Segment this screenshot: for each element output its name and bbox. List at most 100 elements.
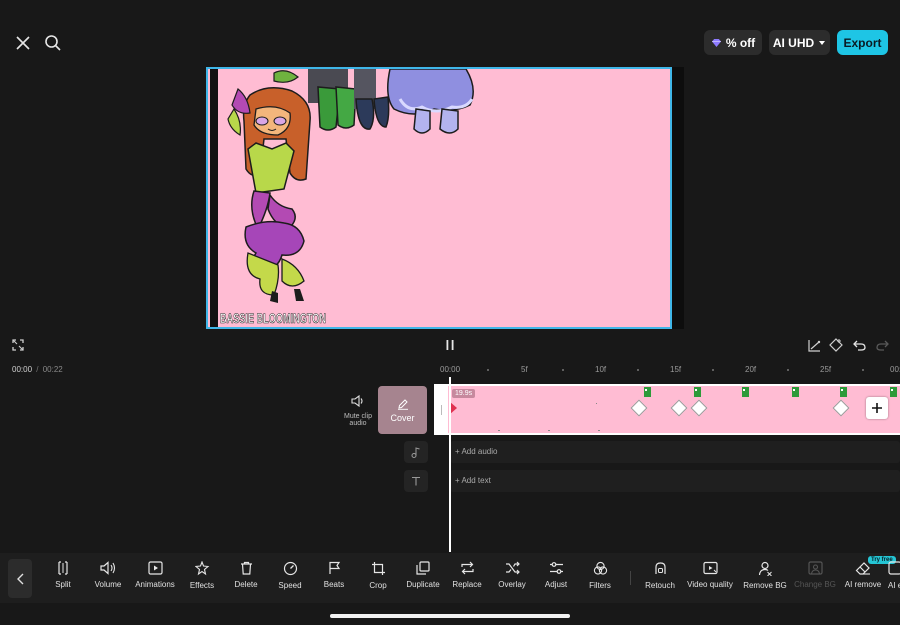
current-time: 00:00 [12,365,33,374]
effects-icon [194,561,209,576]
ruler-label: 15f [670,365,682,374]
undo-button[interactable] [851,337,867,353]
total-time: 00:22 [42,365,63,374]
audio-track[interactable] [450,441,900,463]
speaker-icon [351,395,363,407]
tool-label: Overlay [498,580,526,589]
preview-watermark: BASSIE BLOOMINGTON [220,310,326,326]
mute-clip-button[interactable] [346,392,370,410]
toolbar-back-button[interactable] [8,559,32,598]
ruler-label: 00:0 [890,365,900,374]
tool-label: Effects [189,581,215,590]
quality-dropdown[interactable]: AI UHD [769,30,830,55]
keyframe-button[interactable] [827,337,845,353]
redo-icon [875,340,889,351]
flag-icon [328,561,340,574]
retouch-icon [654,562,666,574]
add-audio-button[interactable]: + Add audio [455,447,497,456]
ruler-label: 20f [745,365,757,374]
tool-label: Animations [135,580,175,589]
ruler-dot [487,369,489,371]
tool-label: Split [55,580,71,589]
redo-button[interactable] [874,337,890,353]
caret-down-icon [819,40,826,45]
tool-label: Speed [278,581,302,590]
video-quality-icon [702,561,718,575]
diamond-icon [711,38,721,47]
fullscreen-button[interactable] [9,337,27,353]
graph-icon [807,339,820,352]
play-pause-button[interactable] [441,337,459,353]
add-text-label: Add text [461,476,491,485]
ruler-dot [637,369,639,371]
tool-filters[interactable]: Filters [570,561,630,590]
ruler-dot [562,369,564,371]
playhead[interactable] [449,377,451,552]
remove-bg-icon [758,561,772,576]
keyframe-graph-button[interactable] [806,337,822,353]
pause-icon [446,340,454,350]
tool-label: Adjust [544,580,568,589]
clip-handle-left[interactable] [434,384,448,435]
export-button[interactable]: Export [837,30,888,55]
chevron-left-icon [16,573,23,584]
add-text-button[interactable]: + Add text [455,476,491,485]
cover-button[interactable]: Cover [378,386,427,434]
tool-label: Beats [323,580,345,589]
ruler-label: 00:00 [440,365,461,374]
add-clip-button[interactable] [866,397,888,419]
volume-icon [100,561,116,575]
ruler-dot [787,369,789,371]
playback-time: 00:00 / 00:22 [12,365,63,374]
undo-icon [852,340,866,351]
tool-label: Retouch [645,581,675,590]
close-icon [16,36,30,50]
ruler-label: 25f [820,365,832,374]
tool-ai-edit-partial[interactable]: AI e [888,561,900,591]
duplicate-icon [416,561,430,575]
overlay-icon [505,561,520,575]
time-separator: / [36,365,39,374]
tool-label: Remove BG [743,581,787,590]
ruler-dot [862,369,864,371]
tool-label: Change BG [794,580,836,589]
filters-icon [593,561,607,575]
sliders-icon [549,562,563,574]
cover-label: Cover [390,412,415,423]
tool-label: Replace [452,580,482,589]
tool-video-quality[interactable]: Video quality [680,561,740,589]
ruler-label: 10f [595,365,607,374]
ai-edit-icon [888,561,900,575]
mute-clip-label: Mute clip audio [343,413,372,427]
home-indicator [330,614,570,618]
promo-label: % off [725,35,756,50]
tool-label: Crop [369,581,387,590]
audio-track-button[interactable] [404,441,428,463]
keyframe-add-icon [829,338,843,352]
tool-label: AI e [888,581,900,590]
replace-icon [460,561,474,575]
text-icon [412,476,420,486]
video-preview[interactable]: BASSIE BLOOMINGTON [206,67,672,329]
search-button[interactable] [42,32,64,54]
split-icon [58,561,68,575]
tool-ai-remove[interactable]: AI remove [833,561,893,589]
tool-label: AI remove [844,580,882,589]
animations-icon [147,561,163,575]
promo-button[interactable]: % off [704,30,762,55]
speedometer-icon [283,561,297,576]
tool-label: Filters [589,581,611,590]
text-track-button[interactable] [404,470,428,492]
text-track[interactable] [450,470,900,492]
preview-artwork: BASSIE BLOOMINGTON [220,69,474,326]
music-note-icon [411,446,420,458]
close-button[interactable] [12,32,34,54]
ruler-label: 5f [521,365,528,374]
tool-label: Volume [94,580,122,589]
crop-icon [371,562,385,575]
ruler-dot [712,369,714,371]
expand-icon [12,339,24,351]
trash-icon [240,561,252,575]
plus-icon [872,403,882,413]
change-bg-icon [807,561,823,575]
